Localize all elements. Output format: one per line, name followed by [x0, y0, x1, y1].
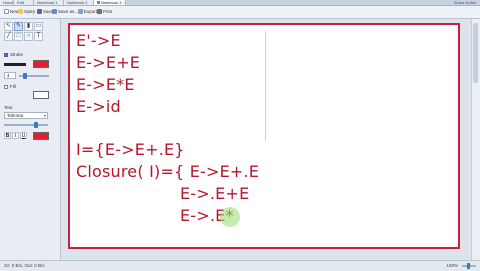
line-tool-icon[interactable]: ╱: [4, 32, 13, 41]
bold-button[interactable]: B: [4, 132, 11, 139]
pen-tool-icon[interactable]: ✎: [14, 22, 23, 31]
tab-edit[interactable]: Edit: [14, 0, 34, 5]
fill-toggle[interactable]: Fill: [4, 84, 16, 89]
canvas-workspace: E'->E E->E+E E->E*E E->id I={E->E+.E} Cl…: [61, 19, 480, 260]
stroke-toggle[interactable]: Stroke: [4, 52, 23, 57]
folder-icon: [18, 9, 23, 15]
tab-notebook-2[interactable]: Notebook 2: [64, 0, 94, 5]
zoom-knob[interactable]: [467, 263, 470, 269]
italic-button[interactable]: I: [12, 132, 19, 139]
fill-color-swatch[interactable]: [33, 91, 49, 99]
print-button[interactable]: Print: [95, 8, 114, 16]
font-select[interactable]: Tahoma ▾: [4, 112, 48, 119]
status-bar: Sz: 0 B/s, Out: 0 B/s 100%: [0, 260, 480, 271]
handwriting-line: E'->E: [76, 31, 121, 50]
save-icon: [37, 9, 42, 15]
notebook-icon: [97, 1, 100, 5]
handwriting-line: E->E+E: [76, 53, 141, 72]
stroke-checkbox[interactable]: [4, 52, 8, 57]
chevron-down-icon: ▾: [43, 113, 46, 118]
text-tool-icon[interactable]: T: [34, 32, 43, 41]
new-file-icon: [4, 9, 9, 15]
handwriting-line: I={E->E+.E}: [76, 140, 185, 159]
ellipse-tool-icon[interactable]: ○: [24, 32, 33, 41]
stroke-preview: [4, 63, 26, 66]
vertical-scrollbar[interactable]: [471, 19, 480, 260]
eraser-tool-icon[interactable]: ▭: [34, 22, 43, 31]
text-section-label: Text: [4, 105, 13, 110]
app-window: Home Edit Notebook 1 Notebook 2 Notebook…: [0, 0, 480, 271]
handwriting-line: E->id: [76, 97, 121, 116]
scrollbar-thumb[interactable]: [473, 23, 478, 83]
tab-notebook-3[interactable]: Notebook 3×: [94, 0, 126, 5]
print-icon: [97, 9, 102, 15]
tab-notebook-1[interactable]: Notebook 1: [34, 0, 64, 5]
close-tab-icon[interactable]: ×: [122, 0, 124, 5]
pen-cursor-highlight: [220, 207, 240, 227]
underline-button[interactable]: U: [20, 132, 27, 139]
tab-home[interactable]: Home: [0, 0, 14, 5]
handwriting-line: Closure( I)={ E->E+.E: [76, 162, 260, 181]
fill-checkbox[interactable]: [4, 84, 8, 89]
font-size-knob[interactable]: [34, 122, 38, 128]
export-icon: [78, 9, 83, 15]
share-notes-link[interactable]: Share Notes: [454, 0, 476, 5]
font-size-slider[interactable]: [4, 124, 48, 126]
highlighter-tool-icon[interactable]: ▮: [24, 22, 33, 31]
handwriting-line: E->E*E: [76, 75, 135, 94]
page-guide-line: [265, 31, 266, 141]
toolbar-divider: [33, 9, 34, 15]
save-as-icon: [52, 9, 57, 15]
stroke-color-swatch[interactable]: [33, 60, 49, 68]
handwriting-line: E->.E+E: [180, 184, 250, 203]
text-color-swatch[interactable]: [33, 132, 49, 140]
stroke-width-field[interactable]: 4: [4, 72, 16, 79]
main-toolbar: New Open Save Save as... Export Print: [0, 6, 480, 19]
stroke-width-knob[interactable]: [23, 73, 27, 79]
rectangle-tool-icon[interactable]: □: [14, 32, 23, 41]
tools-panel: ↖ ✎ ▮ ▭ ╱ □ ○ T Stroke 4 Fill Text Tahom…: [0, 19, 61, 260]
select-tool-icon[interactable]: ↖: [4, 22, 13, 31]
drawing-canvas[interactable]: E'->E E->E+E E->E*E E->id I={E->E+.E} Cl…: [68, 23, 460, 249]
